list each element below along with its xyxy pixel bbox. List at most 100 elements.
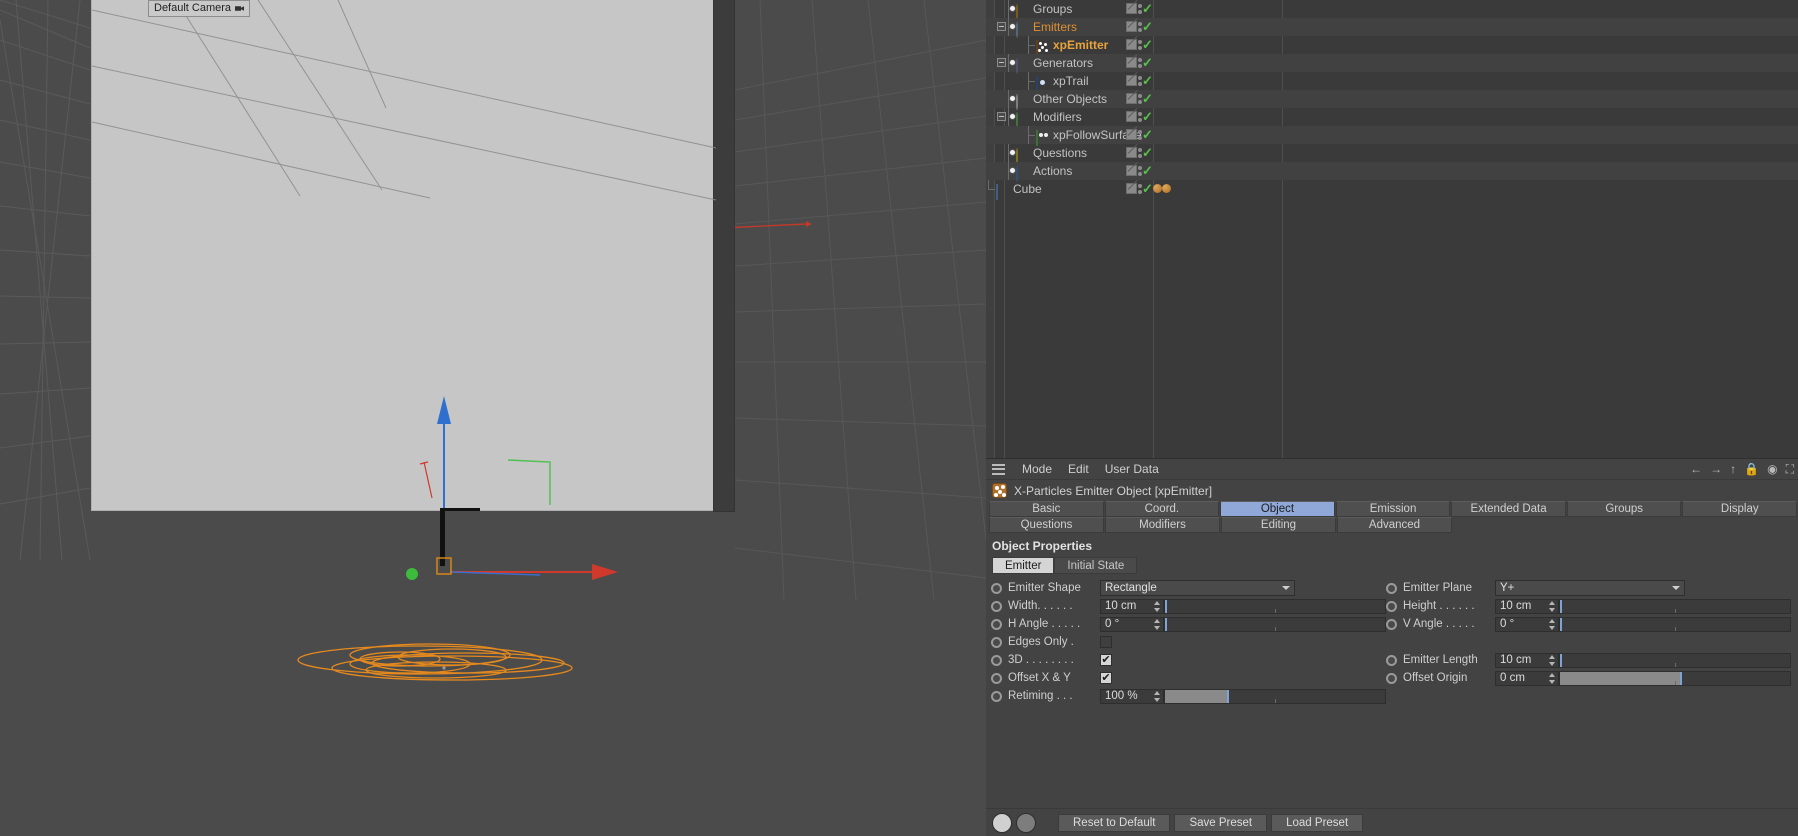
object-row-tags[interactable]: ✓ (1126, 110, 1153, 123)
visibility-toggle-icon[interactable] (1126, 93, 1137, 104)
visibility-toggle-icon[interactable] (1126, 129, 1137, 140)
lock-icon[interactable]: 🔒 (1744, 459, 1759, 480)
attribute-header-icons[interactable]: ← → ↑ 🔒 ◉ ⛶ (1690, 459, 1794, 480)
property-checkbox[interactable]: ✔ (1100, 672, 1112, 684)
property-slider[interactable] (1164, 688, 1386, 704)
enabled-check-icon[interactable]: ✓ (1142, 56, 1153, 69)
object-row-actions[interactable]: Actions ✓ (986, 162, 1798, 182)
visibility-toggle-icon[interactable] (1126, 111, 1137, 122)
tab-object[interactable]: Object (1220, 501, 1335, 517)
property-target-icon[interactable] (991, 690, 1002, 702)
object-row-cube[interactable]: Cube ✓ (986, 180, 1798, 200)
enabled-check-icon[interactable]: ✓ (1142, 38, 1153, 51)
property-target-icon[interactable] (1386, 618, 1397, 630)
object-row-tags[interactable]: ✓ (1126, 92, 1153, 105)
arrow-right-icon[interactable]: → (1710, 459, 1722, 480)
object-row-tags[interactable]: ✓ (1126, 56, 1153, 69)
object-row-xptrail[interactable]: xpTrail ✓ (986, 72, 1798, 92)
object-row-tags[interactable]: ✓ (1126, 20, 1153, 33)
property-slider[interactable] (1559, 652, 1791, 668)
expander-toggle[interactable] (997, 58, 1006, 67)
property-target-icon[interactable] (1386, 654, 1397, 666)
object-manager[interactable]: Groups ✓ Emitters ✓ xpEmitter ✓ Generators ✓ xpT… (986, 0, 1798, 458)
object-row-tags[interactable]: ✓ (1126, 2, 1153, 15)
property-target-icon[interactable] (991, 672, 1002, 684)
enabled-check-icon[interactable]: ✓ (1142, 2, 1153, 15)
menu-mode[interactable]: Mode (1014, 459, 1060, 480)
object-row-name[interactable]: Questions (1016, 144, 1087, 164)
visibility-toggle-icon[interactable] (1126, 183, 1137, 194)
object-row-xpemitter[interactable]: xpEmitter ✓ (986, 36, 1798, 56)
property-slider[interactable] (1559, 616, 1791, 632)
tab-emission[interactable]: Emission (1335, 501, 1451, 517)
object-row-xpfollowsurface[interactable]: xpFollowSurface ✓ (986, 126, 1798, 146)
visibility-toggle-icon[interactable] (1126, 39, 1137, 50)
menu-user-data[interactable]: User Data (1097, 459, 1167, 480)
stepper-icon[interactable] (1154, 618, 1161, 630)
object-row-generators[interactable]: Generators ✓ (986, 54, 1798, 74)
property-number-input[interactable]: 10 cm (1495, 652, 1559, 668)
object-row-questions[interactable]: Questions ✓ (986, 144, 1798, 164)
arrow-left-icon[interactable]: ← (1690, 459, 1702, 480)
viewport-3d[interactable]: Default Camera (0, 0, 986, 836)
stepper-icon[interactable] (1154, 600, 1161, 612)
enabled-check-icon[interactable]: ✓ (1142, 110, 1153, 123)
preset-particles-icon[interactable] (1016, 812, 1036, 833)
preset-circle-icon[interactable] (992, 812, 1012, 833)
property-dropdown[interactable]: Y+ (1495, 580, 1685, 596)
tab-basic[interactable]: Basic (989, 501, 1104, 517)
visibility-toggle-icon[interactable] (1126, 147, 1137, 158)
tab-questions[interactable]: Questions (989, 517, 1104, 533)
property-target-icon[interactable] (1386, 582, 1397, 594)
enabled-check-icon[interactable]: ✓ (1142, 92, 1153, 105)
property-target-icon[interactable] (1386, 600, 1397, 612)
property-slider[interactable] (1559, 598, 1791, 614)
reset-to-default-button[interactable]: Reset to Default (1058, 813, 1171, 832)
property-target-icon[interactable] (991, 618, 1002, 630)
hamburger-icon[interactable] (992, 463, 1005, 475)
expander-toggle[interactable] (997, 22, 1006, 31)
property-number-input[interactable]: 10 cm (1495, 598, 1559, 614)
object-row-name[interactable]: Actions (1016, 162, 1072, 182)
property-slider[interactable] (1164, 616, 1386, 632)
object-row-modifiers[interactable]: Modifiers ✓ (986, 108, 1798, 128)
subtab-emitter[interactable]: Emitter (992, 557, 1055, 574)
object-manager-rows[interactable]: Groups ✓ Emitters ✓ xpEmitter ✓ Generators ✓ xpT… (986, 0, 1798, 200)
enabled-check-icon[interactable]: ✓ (1142, 164, 1153, 177)
object-row-tags[interactable]: ✓ (1126, 146, 1153, 159)
property-target-icon[interactable] (1386, 672, 1397, 684)
arrow-up-icon[interactable]: ↑ (1730, 459, 1736, 480)
tab-editing[interactable]: Editing (1221, 517, 1336, 533)
property-number-input[interactable]: 100 % (1100, 688, 1164, 704)
object-row-tags[interactable]: ✓ (1126, 38, 1153, 51)
stepper-icon[interactable] (1549, 672, 1556, 684)
object-row-emitters[interactable]: Emitters ✓ (986, 18, 1798, 38)
save-preset-button[interactable]: Save Preset (1174, 813, 1268, 832)
object-row-tags[interactable]: ✓ (1126, 164, 1153, 177)
enabled-check-icon[interactable]: ✓ (1142, 182, 1153, 195)
target-icon[interactable]: ◉ (1767, 459, 1777, 480)
stepper-icon[interactable] (1549, 618, 1556, 630)
object-row-name[interactable]: Other Objects (1016, 90, 1107, 110)
object-row-name[interactable]: xpTrail (1036, 72, 1089, 92)
geometry-plane[interactable] (91, 0, 715, 511)
expander-toggle[interactable] (997, 112, 1006, 121)
visibility-toggle-icon[interactable] (1126, 75, 1137, 86)
tab-advanced[interactable]: Advanced (1337, 517, 1452, 533)
tab-modifiers[interactable]: Modifiers (1105, 517, 1220, 533)
object-row-name[interactable]: Generators (1016, 54, 1093, 74)
attribute-tabs-row-1[interactable]: Basic Coord. Object Emission Extended Data Gr… (986, 501, 1798, 517)
object-row-groups[interactable]: Groups ✓ (986, 0, 1798, 20)
attribute-menubar[interactable]: Mode Edit User Data ← → ↑ 🔒 ◉ ⛶ (986, 459, 1798, 480)
tab-display[interactable]: Display (1682, 501, 1798, 517)
visibility-toggle-icon[interactable] (1126, 165, 1137, 176)
load-preset-button[interactable]: Load Preset (1271, 813, 1364, 832)
enabled-check-icon[interactable]: ✓ (1142, 128, 1153, 141)
preset-button-row[interactable]: Reset to Default Save Preset Load Preset (986, 808, 1798, 836)
stepper-icon[interactable] (1154, 690, 1161, 702)
stepper-icon[interactable] (1549, 600, 1556, 612)
tab-extended-data[interactable]: Extended Data (1451, 501, 1566, 517)
property-target-icon[interactable] (991, 636, 1002, 648)
object-properties-subtabs[interactable]: Emitter Initial State (986, 557, 1798, 574)
property-number-input[interactable]: 10 cm (1100, 598, 1164, 614)
